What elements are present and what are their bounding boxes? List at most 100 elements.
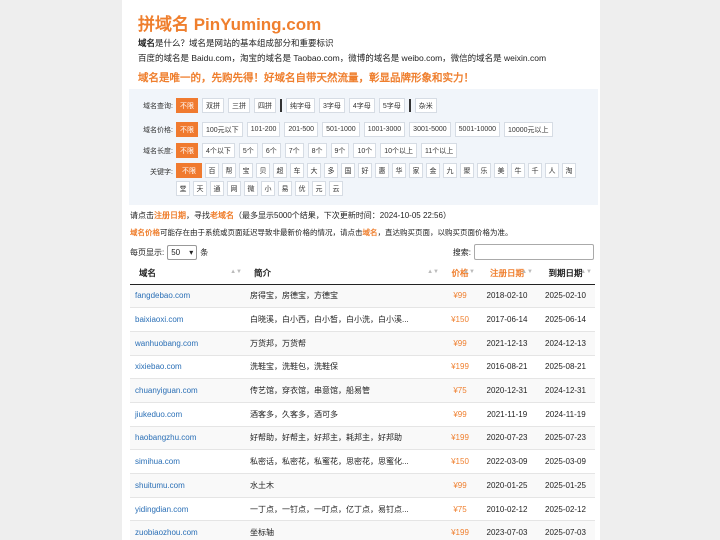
- filter-option[interactable]: 11个以上: [421, 143, 458, 158]
- filter-option[interactable]: 帮: [222, 163, 236, 178]
- filter-option[interactable]: 多: [324, 163, 338, 178]
- filter-option[interactable]: 淘: [562, 163, 576, 178]
- domain-price: ¥150: [442, 307, 478, 332]
- filter-option[interactable]: 华: [392, 163, 406, 178]
- filter-option[interactable]: 千: [528, 163, 542, 178]
- filter-option[interactable]: 九: [443, 163, 457, 178]
- filter-option[interactable]: 7个: [284, 143, 304, 158]
- filter-option[interactable]: 不限: [176, 143, 198, 158]
- filter-option[interactable]: 百: [205, 163, 219, 178]
- filter-option[interactable]: 5001-10000: [454, 122, 501, 137]
- domain-link[interactable]: wanhuobang.com: [130, 330, 245, 356]
- sort-icon: ▲▼: [580, 269, 592, 275]
- search-input[interactable]: [474, 244, 594, 260]
- column-header-domain[interactable]: 域名 ▲▼: [130, 262, 245, 285]
- filter-option[interactable]: 3001-5000: [409, 122, 451, 137]
- filter-option[interactable]: 聚: [460, 163, 474, 178]
- filter-option[interactable]: 不限: [176, 98, 198, 113]
- domain-link[interactable]: haobangzhu.com: [130, 425, 245, 450]
- filter-option[interactable]: 堂: [176, 181, 190, 196]
- filter-option[interactable]: 宝: [239, 163, 253, 178]
- filter-option[interactable]: 201-500: [284, 122, 319, 137]
- filter-option[interactable]: 金: [426, 163, 440, 178]
- filter-option[interactable]: 10个: [353, 143, 377, 158]
- filter-option[interactable]: 6个: [261, 143, 281, 158]
- filter-option[interactable]: 大: [307, 163, 321, 178]
- filter-option[interactable]: 501-1000: [322, 122, 360, 137]
- filter-option[interactable]: 双拼: [202, 98, 224, 113]
- reg-date: 2010-02-12: [478, 496, 536, 521]
- column-header-exp-date[interactable]: 到期日期 ▲▼: [536, 262, 595, 285]
- intro-question: 是什么？域名是网站的基本组成部分和重要标识: [155, 38, 334, 48]
- notice-text: 请点击: [130, 211, 154, 220]
- filter-option[interactable]: 贝: [256, 163, 270, 178]
- filter-option[interactable]: 车: [290, 163, 304, 178]
- sort-icon: ▲▼: [427, 269, 439, 275]
- filter-option[interactable]: 不限: [176, 122, 198, 137]
- domain-link[interactable]: fangdebao.com: [130, 283, 245, 308]
- column-header-price[interactable]: 价格 ▲▼: [442, 262, 478, 285]
- domain-link[interactable]: zuobiaozhou.com: [130, 520, 245, 540]
- column-header-intro[interactable]: 简介 ▲▼: [245, 262, 442, 285]
- page-size-unit: 条: [200, 248, 209, 257]
- filter-option[interactable]: 三拼: [228, 98, 250, 113]
- price-notice: 域名价格可能存在由于系统或页面延迟导致非最新价格的情况，请点击域名，直达购买页面…: [130, 227, 513, 238]
- filter-option[interactable]: 微: [244, 181, 258, 196]
- filter-option[interactable]: 国: [341, 163, 355, 178]
- filter-option[interactable]: 不限: [176, 163, 202, 178]
- filter-option[interactable]: 10个以上: [380, 143, 418, 158]
- domain-link[interactable]: yidingdian.com: [130, 496, 245, 521]
- column-header-reg-date[interactable]: 注册日期 ▲▼: [478, 262, 536, 285]
- filter-option[interactable]: 易: [278, 181, 292, 196]
- domain-intro: 私密话，私密花，私蜜花，思密花，思蜜化...: [245, 449, 442, 474]
- page-size-select[interactable]: 50 ▾: [167, 245, 198, 260]
- domain-link[interactable]: xixiebao.com: [130, 354, 245, 379]
- filter-option[interactable]: 网: [227, 181, 241, 196]
- intro-examples: 百度的域名是 Baidu.com，淘宝的域名是 Taobao.com，微博的域名…: [138, 53, 547, 63]
- filter-option[interactable]: 小: [261, 181, 275, 196]
- domain-intro: 水土木: [245, 473, 442, 498]
- filter-option[interactable]: 通: [210, 181, 224, 196]
- domain-price: ¥199: [442, 354, 478, 379]
- filter-option[interactable]: 3字母: [319, 98, 345, 113]
- filter-option[interactable]: 5个: [238, 143, 258, 158]
- filter-option[interactable]: 4个以下: [202, 143, 235, 158]
- filter-option[interactable]: 四拼: [254, 98, 276, 113]
- sort-icon: ▲▼: [230, 269, 242, 275]
- filter-option[interactable]: 8个: [307, 143, 327, 158]
- filter-option[interactable]: 超: [273, 163, 287, 178]
- domain-intro: 白晓溪，白小西，白小皙，白小洗，白小溪...: [245, 307, 442, 332]
- filter-option[interactable]: 元: [312, 181, 326, 196]
- filter-option[interactable]: 9个: [330, 143, 350, 158]
- filter-option[interactable]: 100元以下: [202, 122, 243, 137]
- reg-date: 2020-01-25: [478, 473, 536, 498]
- filter-option[interactable]: 牛: [511, 163, 525, 178]
- filter-option[interactable]: 杂米: [414, 98, 437, 113]
- domain-link[interactable]: simihua.com: [130, 449, 245, 474]
- filter-option[interactable]: 惠: [375, 163, 389, 178]
- sort-by-reg-date-link[interactable]: 注册日期: [154, 211, 186, 220]
- filter-option[interactable]: 天: [193, 181, 207, 196]
- filter-option[interactable]: 纯字母: [286, 98, 315, 113]
- filter-option[interactable]: 人: [545, 163, 559, 178]
- exp-date: 2025-06-14: [536, 307, 595, 332]
- filter-option[interactable]: 好: [358, 163, 372, 178]
- filter-option[interactable]: 10000元以上: [504, 122, 553, 137]
- filter-option[interactable]: 家: [409, 163, 423, 178]
- filter-option[interactable]: 优: [295, 181, 309, 196]
- site-logo[interactable]: 拼域名 PinYuming.com: [138, 10, 321, 35]
- filter-option[interactable]: 4字母: [348, 98, 375, 113]
- filter-option[interactable]: 1001-3000: [363, 122, 406, 137]
- domain-link[interactable]: jiukeduo.com: [130, 401, 245, 427]
- domain-link[interactable]: chuanyiguan.com: [130, 378, 245, 403]
- filter-option[interactable]: 5字母: [378, 98, 405, 113]
- reg-date: 2022-03-09: [478, 449, 536, 474]
- filter-option[interactable]: 美: [494, 163, 508, 178]
- page-size-control: 每页显示: 50 ▾ 条: [130, 245, 208, 260]
- filter-option[interactable]: 101-200: [246, 122, 281, 137]
- domain-link[interactable]: baixiaoxi.com: [130, 307, 245, 332]
- filter-option[interactable]: 乐: [477, 163, 491, 178]
- filter-option[interactable]: 云: [329, 181, 343, 196]
- domain-link[interactable]: shuitumu.com: [130, 473, 245, 498]
- exp-date: 2025-02-12: [536, 496, 595, 521]
